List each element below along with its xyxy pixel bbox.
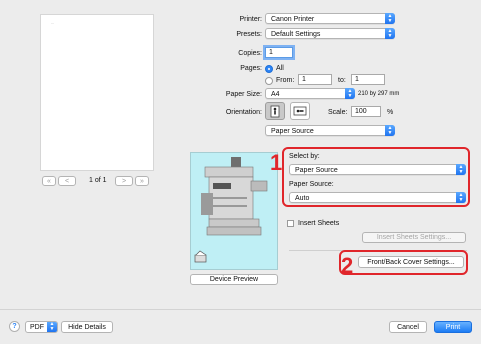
insert-sheets-settings-button[interactable]: Insert Sheets Settings... — [362, 232, 466, 243]
paper-size-label: Paper Size: — [225, 91, 262, 98]
paper-size-select[interactable]: A4 ▲ ▼ — [265, 88, 355, 99]
chevron-updown-icon: ▲ ▼ — [456, 192, 466, 203]
chevron-updown-icon: ▲ ▼ — [47, 322, 57, 332]
select-by-label: Select by: — [289, 153, 320, 160]
landscape-person-icon — [293, 106, 307, 116]
chevron-updown-icon: ▲ ▼ — [385, 125, 395, 136]
chevron-updown-icon: ▲ ▼ — [385, 28, 395, 39]
page-indicator: 1 of 1 — [89, 177, 107, 184]
hide-details-button[interactable]: Hide Details — [61, 321, 113, 333]
pages-from-label: From: — [276, 77, 295, 84]
paper-tray-icon — [194, 250, 207, 263]
pages-to-label: to: — [338, 77, 346, 84]
help-icon: ? — [12, 323, 17, 330]
preview-prev-button[interactable]: < — [58, 176, 76, 186]
pages-to-field[interactable]: 1 — [351, 74, 385, 85]
scale-label: Scale: — [328, 109, 348, 116]
chevron-updown-icon: ▲ ▼ — [385, 13, 395, 24]
footer-divider — [0, 309, 481, 310]
insert-sheets-checkbox[interactable] — [287, 220, 294, 227]
front-back-cover-settings-button[interactable]: Front/Back Cover Settings... — [358, 256, 464, 268]
annotation-number-2: 2 — [341, 253, 354, 278]
paper-source-select[interactable]: Auto ▲ ▼ — [289, 192, 466, 203]
pages-all-label: All — [276, 65, 284, 72]
presets-label: Presets: — [236, 31, 262, 38]
presets-select[interactable]: Default Settings ▲ ▼ — [265, 28, 395, 39]
printer-label: Printer: — [239, 16, 262, 23]
preview-page-text: ... — [51, 20, 55, 25]
orientation-label: Orientation: — [225, 109, 262, 116]
pages-from-radio[interactable] — [265, 77, 273, 85]
cancel-button[interactable]: Cancel — [389, 321, 427, 333]
page-preview: ... — [40, 14, 154, 171]
pages-from-field[interactable]: 1 — [298, 74, 332, 85]
device-preview-button[interactable]: Device Preview — [190, 274, 278, 285]
preview-last-button[interactable]: » — [135, 176, 149, 186]
preview-next-button[interactable]: > — [115, 176, 133, 186]
pages-label: Pages: — [240, 65, 262, 72]
chevron-updown-icon: ▲ ▼ — [456, 164, 466, 175]
preview-first-button[interactable]: « — [42, 176, 56, 186]
select-by-select[interactable]: Paper Source ▲ ▼ — [289, 164, 466, 175]
print-button[interactable]: Print — [434, 321, 472, 333]
portrait-orientation-button[interactable] — [265, 102, 285, 120]
annotation-number-1: 1 — [270, 150, 283, 175]
paper-size-dimensions: 210 by 297 mm — [358, 91, 400, 97]
pages-all-radio[interactable] — [265, 65, 273, 73]
paper-source-label: Paper Source: — [289, 181, 334, 188]
scale-field[interactable]: 100 — [351, 106, 381, 117]
device-image-panel — [190, 152, 278, 270]
chevron-updown-icon: ▲ ▼ — [345, 88, 355, 99]
landscape-orientation-button[interactable] — [290, 102, 310, 120]
scale-unit: % — [387, 109, 394, 116]
copies-label: Copies: — [238, 50, 262, 57]
portrait-person-icon — [270, 105, 280, 118]
pdf-menu-button[interactable]: PDF ▲ ▼ — [25, 321, 58, 333]
insert-sheets-label: Insert Sheets — [298, 220, 340, 227]
help-button[interactable]: ? — [9, 321, 20, 332]
copies-field[interactable]: 1 — [265, 47, 293, 58]
section-select[interactable]: Paper Source ▲ ▼ — [265, 125, 395, 136]
printer-select[interactable]: Canon Printer ▲ ▼ — [265, 13, 395, 24]
